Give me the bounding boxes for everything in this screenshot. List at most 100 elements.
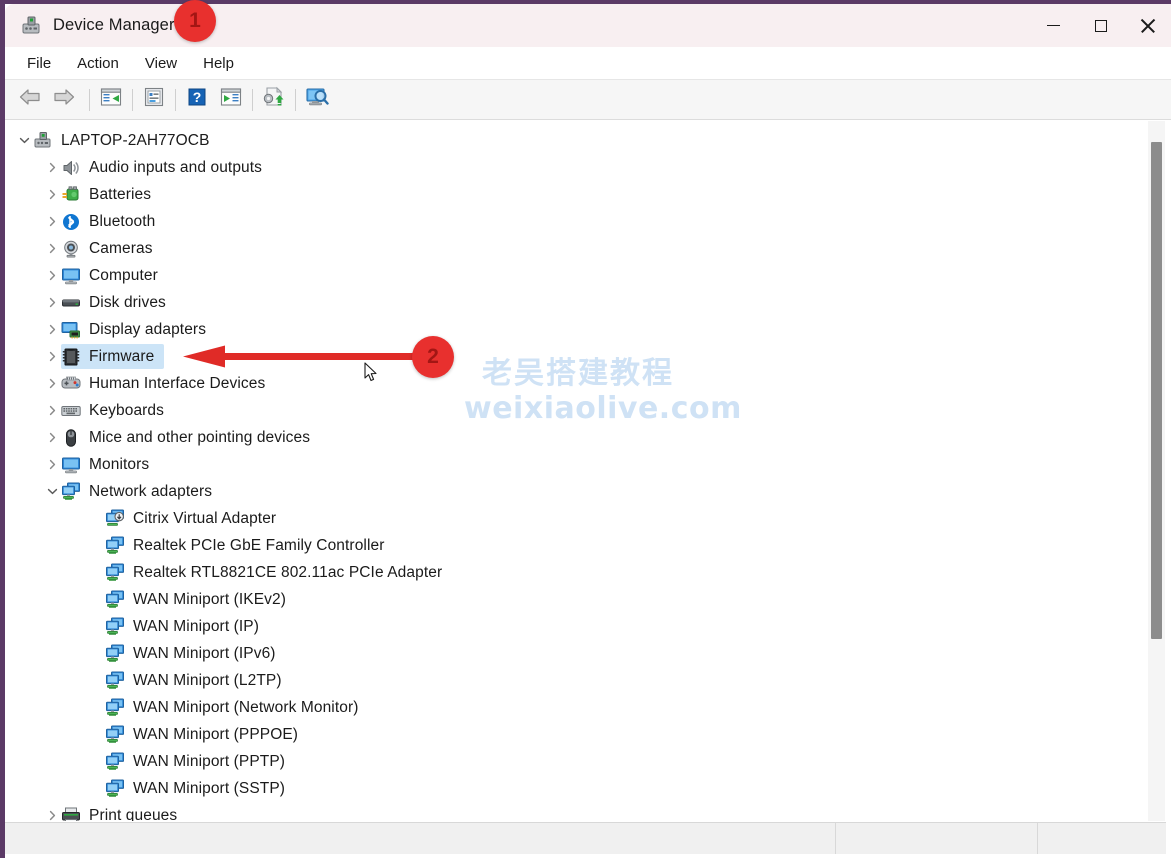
tree-node-wan-miniport-network-monitor[interactable]: WAN Miniport (Network Monitor) xyxy=(5,694,1145,721)
chevron-right-icon[interactable] xyxy=(43,216,61,227)
speaker-icon xyxy=(61,158,81,178)
tree-node-wan-miniport-pptp[interactable]: WAN Miniport (PPTP) xyxy=(5,748,1145,775)
tree-node-wan-miniport-pppoe[interactable]: WAN Miniport (PPPOE) xyxy=(5,721,1145,748)
chevron-right-icon[interactable] xyxy=(43,810,61,821)
printer-icon xyxy=(61,806,81,821)
network-adapter-icon xyxy=(61,482,81,502)
tree-node-citrix-virtual-adapter[interactable]: Citrix Virtual Adapter xyxy=(5,505,1145,532)
chevron-right-icon[interactable] xyxy=(43,378,61,389)
tree-node-label: Keyboards xyxy=(89,401,165,419)
tree-node-keyboards[interactable]: Keyboards xyxy=(5,397,1145,424)
disk-drive-icon xyxy=(61,293,81,313)
show-hide-console-tree-button[interactable] xyxy=(94,85,128,115)
tree-node-realtek-pcie-gbe-family-controller[interactable]: Realtek PCIe GbE Family Controller xyxy=(5,532,1145,559)
back-button[interactable] xyxy=(13,85,47,115)
chevron-down-icon[interactable] xyxy=(43,486,61,497)
menu-bar: File Action View Help xyxy=(5,47,1171,80)
tree-node-label: Computer xyxy=(89,266,158,284)
tree-node-wan-miniport-ip[interactable]: WAN Miniport (IP) xyxy=(5,613,1145,640)
chevron-down-icon[interactable] xyxy=(15,135,33,146)
chevron-right-icon[interactable] xyxy=(43,405,61,416)
tree-node-print-queues[interactable]: Print queues xyxy=(5,802,1145,821)
status-bar xyxy=(5,822,1166,854)
tree-node-computer[interactable]: Computer xyxy=(5,262,1145,289)
annotation-badge-2: 2 xyxy=(412,336,454,378)
chevron-right-icon[interactable] xyxy=(43,459,61,470)
device-tree: LAPTOP-2AH77OCB Audio inputs and outputs B… xyxy=(5,121,1145,821)
tree-node-label: WAN Miniport (IPv6) xyxy=(133,644,276,662)
maximize-button[interactable] xyxy=(1077,4,1124,47)
chevron-right-icon[interactable] xyxy=(43,243,61,254)
menu-item-action[interactable]: Action xyxy=(67,52,129,75)
monitor-icon xyxy=(61,455,81,475)
show-hide-console-tree-icon xyxy=(100,87,122,112)
status-pane-3 xyxy=(1037,823,1166,854)
menu-item-help[interactable]: Help xyxy=(193,52,244,75)
device-tree-pane[interactable]: LAPTOP-2AH77OCB Audio inputs and outputs B… xyxy=(5,121,1171,821)
chevron-right-icon[interactable] xyxy=(43,351,61,362)
tree-node-cameras[interactable]: Cameras xyxy=(5,235,1145,262)
monitor-icon xyxy=(61,266,81,286)
network-adapter-icon xyxy=(105,644,125,664)
minimize-button[interactable] xyxy=(1030,4,1077,47)
update-driver-button[interactable] xyxy=(257,85,291,115)
tree-node-monitors[interactable]: Monitors xyxy=(5,451,1145,478)
tree-node-wan-miniport-sstp[interactable]: WAN Miniport (SSTP) xyxy=(5,775,1145,802)
tree-node-wan-miniport-ikev2[interactable]: WAN Miniport (IKEv2) xyxy=(5,586,1145,613)
tree-node-human-interface-devices[interactable]: Human Interface Devices xyxy=(5,370,1145,397)
chevron-right-icon[interactable] xyxy=(43,189,61,200)
menu-item-view[interactable]: View xyxy=(135,52,187,75)
tree-node-laptop-2ah77ocb[interactable]: LAPTOP-2AH77OCB xyxy=(5,127,1145,154)
toolbar-separator xyxy=(295,88,296,111)
forward-button[interactable] xyxy=(47,85,81,115)
tree-node-mice-and-other-pointing-devices[interactable]: Mice and other pointing devices xyxy=(5,424,1145,451)
network-adapter-icon xyxy=(105,617,125,637)
tree-node-label: WAN Miniport (Network Monitor) xyxy=(133,698,359,716)
network-adapter-icon xyxy=(105,779,125,799)
properties-icon xyxy=(143,87,165,112)
scrollbar-thumb[interactable] xyxy=(1151,142,1162,639)
tree-node-disk-drives[interactable]: Disk drives xyxy=(5,289,1145,316)
scan-for-hardware-changes-button[interactable] xyxy=(214,85,248,115)
devices-by-connection-icon xyxy=(305,86,329,113)
scan-for-hardware-changes-icon xyxy=(220,87,242,112)
tree-node-wan-miniport-ipv6[interactable]: WAN Miniport (IPv6) xyxy=(5,640,1145,667)
tree-node-label: LAPTOP-2AH77OCB xyxy=(61,131,210,149)
tree-node-label: Realtek RTL8821CE 802.11ac PCIe Adapter xyxy=(133,563,443,581)
properties-button[interactable] xyxy=(137,85,171,115)
tree-node-network-adapters[interactable]: Network adapters xyxy=(5,478,1145,505)
tree-node-label: Bluetooth xyxy=(89,212,156,230)
tree-node-bluetooth[interactable]: Bluetooth xyxy=(5,208,1145,235)
chevron-right-icon[interactable] xyxy=(43,270,61,281)
toolbar-separator xyxy=(132,88,133,111)
help-button[interactable]: ? xyxy=(180,85,214,115)
tree-node-label: Print queues xyxy=(89,806,178,822)
tree-node-label: Realtek PCIe GbE Family Controller xyxy=(133,536,385,554)
tree-node-label: Display adapters xyxy=(89,320,207,338)
tree-node-wan-miniport-l2tp[interactable]: WAN Miniport (L2TP) xyxy=(5,667,1145,694)
help-icon: ? xyxy=(187,87,207,112)
tree-node-label: WAN Miniport (PPPOE) xyxy=(133,725,299,743)
status-pane-1 xyxy=(5,823,835,854)
network-adapter-icon xyxy=(105,563,125,583)
bluetooth-icon xyxy=(61,212,81,232)
close-button[interactable] xyxy=(1124,4,1171,47)
tree-node-realtek-rtl8821ce-802-11ac-pcie-adapter[interactable]: Realtek RTL8821CE 802.11ac PCIe Adapter xyxy=(5,559,1145,586)
status-pane-2 xyxy=(835,823,1037,854)
chevron-right-icon[interactable] xyxy=(43,324,61,335)
chevron-right-icon[interactable] xyxy=(43,162,61,173)
chevron-right-icon[interactable] xyxy=(43,432,61,443)
window-title: Device Manager xyxy=(53,16,175,34)
tree-node-audio-inputs-and-outputs[interactable]: Audio inputs and outputs xyxy=(5,154,1145,181)
network-adapter-icon xyxy=(105,725,125,745)
vertical-scrollbar[interactable] xyxy=(1148,121,1165,821)
tree-node-display-adapters[interactable]: Display adapters xyxy=(5,316,1145,343)
chevron-right-icon[interactable] xyxy=(43,297,61,308)
tree-node-firmware[interactable]: Firmware xyxy=(5,343,1145,370)
network-adapter-icon xyxy=(105,752,125,772)
mouse-pointer xyxy=(364,362,380,389)
devices-by-connection-button[interactable] xyxy=(300,85,334,115)
tree-node-batteries[interactable]: Batteries xyxy=(5,181,1145,208)
menu-item-file[interactable]: File xyxy=(17,52,61,75)
network-adapter-icon xyxy=(105,590,125,610)
